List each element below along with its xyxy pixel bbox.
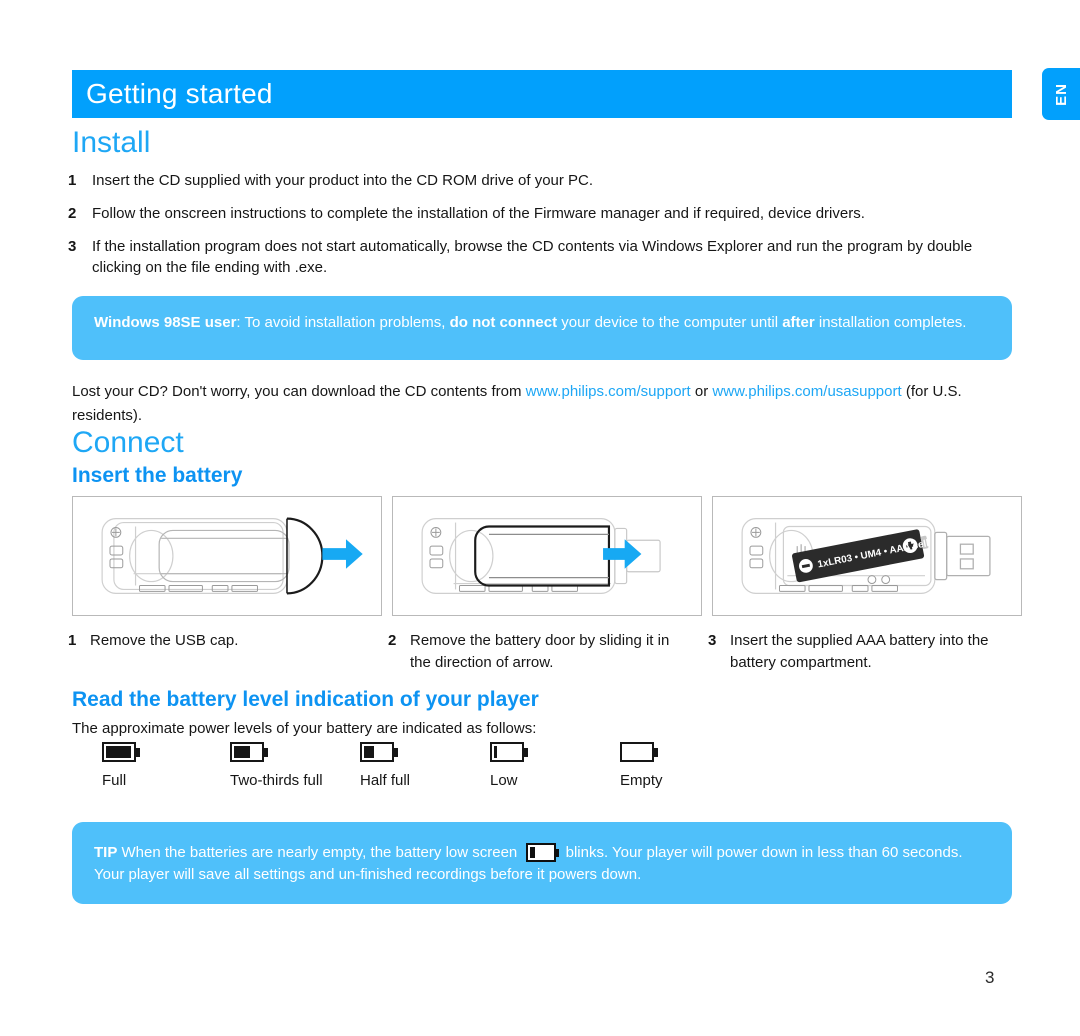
battery-level-item: Two-thirds full xyxy=(230,742,323,789)
link-philips-support[interactable]: www.philips.com/support xyxy=(526,383,691,400)
callout-text-3: installation completes. xyxy=(814,314,967,331)
lost-cd-paragraph: Lost your CD? Don't worry, you can downl… xyxy=(72,380,1012,428)
battery-level-label: Low xyxy=(490,772,518,789)
step-text: Insert the CD supplied with your product… xyxy=(92,172,594,189)
link-philips-usasupport[interactable]: www.philips.com/usasupport xyxy=(712,383,901,400)
battery-level-item: Half full xyxy=(360,742,410,789)
callout-tip: TIP When the batteries are nearly empty,… xyxy=(72,822,1012,904)
language-tab-label: EN xyxy=(1052,82,1070,106)
caption-number: 3 xyxy=(708,632,717,649)
figure-caption: 3 Insert the supplied AAA battery into t… xyxy=(708,630,1028,674)
heading-insert-battery: Insert the battery xyxy=(72,464,243,487)
player-with-battery-illustration: 1xLR03 • UM4 • AAA cell xyxy=(741,518,991,594)
aaa-battery: 1xLR03 • UM4 • AAA cell xyxy=(792,529,930,583)
callout-text-2: your device to the computer until xyxy=(557,314,783,331)
heading-connect: Connect xyxy=(72,426,184,459)
figure-caption: 2 Remove the battery door by sliding it … xyxy=(388,630,693,674)
install-steps-list: 1 Insert the CD supplied with your produ… xyxy=(68,170,1016,290)
page-title: Getting started xyxy=(86,78,273,109)
manual-page: Getting started EN Install 1 Insert the … xyxy=(0,0,1080,1036)
tip-lead: TIP xyxy=(94,844,118,861)
battery-icon-two-thirds-full xyxy=(230,742,268,762)
battery-level-item: Low xyxy=(490,742,528,789)
lost-cd-text-1: Lost your CD? Don't worry, you can downl… xyxy=(72,383,526,400)
step-number: 3 xyxy=(68,238,77,255)
caption-number: 2 xyxy=(388,632,397,649)
callout-windows-98se: Windows 98SE user: To avoid installation… xyxy=(72,296,1012,360)
battery-level-label: Empty xyxy=(620,772,663,789)
player-battery-door-illustration xyxy=(421,518,661,594)
battery-icon-low xyxy=(490,742,528,762)
heading-read-battery-level: Read the battery level indication of you… xyxy=(72,688,539,711)
callout-bold-1: do not connect xyxy=(449,314,558,331)
battery-level-item: Full xyxy=(102,742,140,789)
figure-insert-aaa-battery: 1xLR03 • UM4 • AAA cell xyxy=(712,496,1022,616)
battery-low-icon xyxy=(526,843,560,862)
figure-caption-row: 1 Remove the USB cap. 2 Remove the batte… xyxy=(68,630,1028,690)
language-tab-en: EN xyxy=(1042,68,1080,120)
battery-level-label: Half full xyxy=(360,772,411,789)
caption-text: Insert the supplied AAA battery into the… xyxy=(730,632,989,671)
battery-icon-half-full xyxy=(360,742,398,762)
section-header-bar: Getting started xyxy=(72,70,1012,118)
battery-level-row: Full Two-thirds full Half full Low Empty xyxy=(72,742,772,804)
step-text: If the installation program does not sta… xyxy=(92,238,973,276)
list-item: 1 Insert the CD supplied with your produ… xyxy=(68,170,1016,191)
caption-text: Remove the battery door by sliding it in… xyxy=(410,632,670,671)
step-number: 1 xyxy=(68,172,77,189)
callout-bold-2: after xyxy=(782,314,815,331)
heading-install: Install xyxy=(72,126,151,159)
battery-level-item: Empty xyxy=(620,742,663,789)
page-number: 3 xyxy=(985,968,995,987)
list-item: 3 If the installation program does not s… xyxy=(68,236,1016,278)
callout-lead: Windows 98SE user xyxy=(94,314,237,331)
step-text: Follow the onscreen instructions to comp… xyxy=(92,205,865,222)
caption-number: 1 xyxy=(68,632,77,649)
figure-remove-battery-door xyxy=(392,496,702,616)
lost-cd-text-2: or xyxy=(690,383,713,400)
list-item: 2 Follow the onscreen instructions to co… xyxy=(68,203,1016,224)
battery-level-label: Two-thirds full xyxy=(230,772,323,789)
battery-level-label: Full xyxy=(102,772,127,789)
figure-remove-usb-cap xyxy=(72,496,382,616)
tip-text-1: When the batteries are nearly empty, the… xyxy=(117,844,522,861)
blue-arrow-icon xyxy=(322,539,363,569)
battery-levels-intro: The approximate power levels of your bat… xyxy=(72,720,537,737)
battery-icon-empty xyxy=(620,742,658,762)
battery-icon-full xyxy=(102,742,140,762)
step-number: 2 xyxy=(68,205,77,222)
callout-text-1: : To avoid installation problems, xyxy=(236,314,450,331)
figure-caption: 1 Remove the USB cap. xyxy=(68,630,378,652)
player-cap-illustration xyxy=(101,517,363,595)
figure-row: 1xLR03 • UM4 • AAA cell xyxy=(72,496,1022,616)
caption-text: Remove the USB cap. xyxy=(90,632,239,649)
